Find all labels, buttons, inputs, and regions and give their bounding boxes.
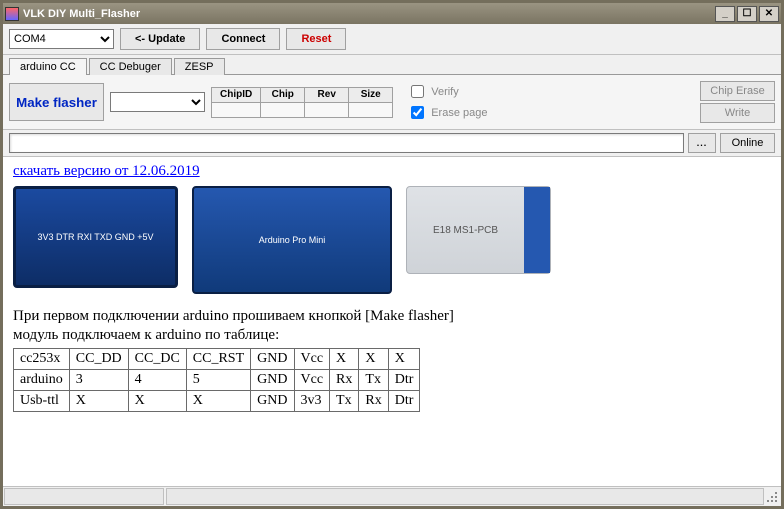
- table-row: cc253xCC_DDCC_DCCC_RSTGNDVccXXX: [14, 349, 420, 370]
- browse-button[interactable]: ...: [688, 133, 716, 153]
- table-row: arduino345GNDVccRxTxDtr: [14, 370, 420, 391]
- e18-module-image: E18 MS1-PCB: [406, 186, 551, 274]
- erase-checkbox[interactable]: [411, 106, 424, 119]
- firmware-select[interactable]: [110, 92, 205, 112]
- document-area[interactable]: скачать версию от 12.06.2019 3V3 DTR RXI…: [3, 157, 781, 445]
- usb-ttl-board-image: 3V3 DTR RXI TXD GND +5V: [13, 186, 178, 288]
- verify-checkbox[interactable]: [411, 85, 424, 98]
- connect-button[interactable]: Connect: [206, 28, 280, 50]
- status-bar: [3, 486, 781, 506]
- file-path-input[interactable]: [9, 133, 684, 153]
- update-button[interactable]: <- Update: [120, 28, 200, 50]
- verify-checkbox-label[interactable]: Verify: [407, 82, 487, 101]
- minimize-button[interactable]: _: [715, 6, 735, 22]
- instruction-line-1: При первом подключении arduino прошиваем…: [13, 308, 771, 325]
- pinmap-table: cc253xCC_DDCC_DCCC_RSTGNDVccXXXarduino34…: [13, 348, 420, 412]
- arduino-board-image: Arduino Pro Mini: [192, 186, 392, 294]
- online-button[interactable]: Online: [720, 133, 775, 153]
- tab-arduino-cc[interactable]: arduino CC: [9, 58, 87, 75]
- resize-grip-icon[interactable]: [765, 487, 781, 506]
- reset-button[interactable]: Reset: [286, 28, 346, 50]
- tab-zesp[interactable]: ZESP: [174, 58, 225, 75]
- com-port-select[interactable]: COM4: [9, 29, 114, 49]
- maximize-button[interactable]: ☐: [737, 6, 757, 22]
- header-chip: Chip: [261, 87, 305, 102]
- tab-cc-debuger[interactable]: CC Debuger: [89, 58, 172, 75]
- instruction-line-2: модуль подключаем к arduino по таблице:: [13, 327, 771, 344]
- header-chipid: ChipID: [212, 87, 261, 102]
- make-flasher-button[interactable]: Make flasher: [9, 83, 104, 121]
- write-button[interactable]: Write: [700, 103, 775, 123]
- app-icon: [5, 7, 19, 21]
- erase-checkbox-label[interactable]: Erase page: [407, 103, 487, 122]
- close-button[interactable]: ✕: [759, 6, 779, 22]
- table-row: Usb-ttlXXXGND3v3TxRxDtr: [14, 391, 420, 412]
- chip-info-table: ChipID Chip Rev Size: [211, 87, 393, 118]
- header-rev: Rev: [305, 87, 349, 102]
- download-version-link[interactable]: скачать версию от 12.06.2019: [13, 163, 200, 179]
- window-title: VLK DIY Multi_Flasher: [23, 8, 713, 20]
- chip-erase-button[interactable]: Chip Erase: [700, 81, 775, 101]
- header-size: Size: [349, 87, 393, 102]
